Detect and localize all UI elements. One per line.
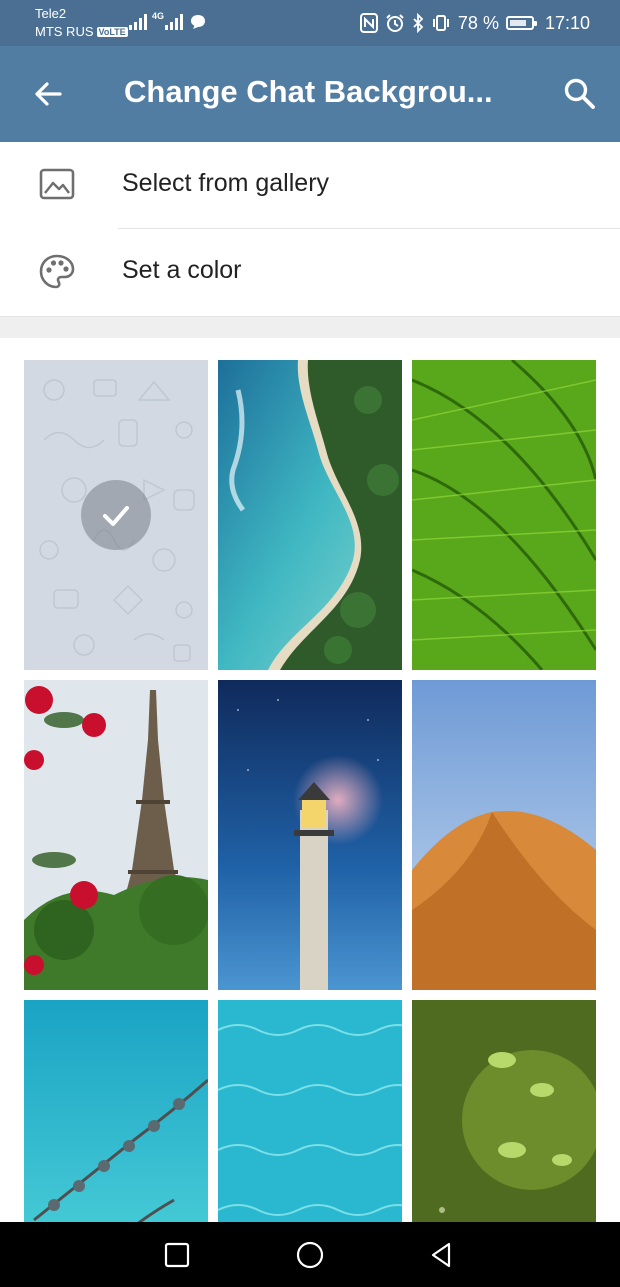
carrier-2: MTS RUS xyxy=(35,24,94,39)
page-title: Change Chat Backgrou... xyxy=(124,74,493,109)
checkmark-icon xyxy=(103,506,129,526)
signal-icon-2 xyxy=(165,14,183,30)
wallpaper-lagoon-villas[interactable] xyxy=(24,1000,208,1222)
clock: 17:10 xyxy=(544,12,590,33)
status-bar: Tele2 MTS RUS VoLTE 4G 78 % 17:10 xyxy=(0,0,620,46)
image-icon xyxy=(39,168,75,200)
menu-item-color[interactable]: Set a color xyxy=(0,229,620,315)
network-type: 4G xyxy=(152,11,165,21)
signal-icon xyxy=(129,14,147,30)
circle-icon xyxy=(296,1241,324,1269)
wallpaper-default-pattern[interactable] xyxy=(24,360,208,670)
vibrate-icon xyxy=(432,15,449,31)
battery-icon xyxy=(505,16,537,30)
system-back-button[interactable] xyxy=(424,1238,458,1272)
wallpaper-grid xyxy=(0,338,620,1222)
wallpaper-lighthouse[interactable] xyxy=(218,680,402,990)
search-icon xyxy=(564,78,595,109)
home-button[interactable] xyxy=(293,1238,327,1272)
wallpaper-green-fern[interactable] xyxy=(412,360,596,670)
wallpaper-eiffel-tower[interactable] xyxy=(24,680,208,990)
arrow-left-icon xyxy=(35,82,62,106)
volte-badge: VoLTE xyxy=(96,27,128,37)
system-nav-bar xyxy=(0,1222,620,1287)
wallpaper-turquoise-water[interactable] xyxy=(218,1000,402,1222)
palette-icon xyxy=(39,254,75,289)
triangle-back-icon xyxy=(431,1242,451,1268)
alarm-icon xyxy=(386,14,404,32)
wallpaper-aerial-coastline[interactable] xyxy=(218,360,402,670)
wallpaper-desert-dune[interactable] xyxy=(412,680,596,990)
battery-fill xyxy=(509,20,526,26)
carrier-2-row: MTS RUS VoLTE xyxy=(35,24,128,39)
menu-label-gallery: Select from gallery xyxy=(122,169,330,197)
status-right: 78 % 17:10 xyxy=(359,10,590,36)
nfc-icon xyxy=(359,13,378,33)
app-bar: Change Chat Backgrou... xyxy=(0,46,620,142)
selected-check-badge xyxy=(81,480,151,550)
square-icon xyxy=(164,1242,190,1268)
recents-button[interactable] xyxy=(160,1238,194,1272)
carrier-1: Tele2 xyxy=(35,6,67,21)
menu-item-gallery[interactable]: Select from gallery xyxy=(0,142,620,228)
message-icon xyxy=(191,15,205,29)
back-button[interactable] xyxy=(20,72,76,116)
bluetooth-icon xyxy=(413,13,424,33)
search-button[interactable] xyxy=(554,72,606,116)
wallpaper-green-leaves-bokeh[interactable] xyxy=(412,1000,596,1222)
section-separator xyxy=(0,316,620,338)
battery-percent: 78 % xyxy=(457,12,499,33)
menu-label-color: Set a color xyxy=(122,256,242,284)
screen: Tele2 MTS RUS VoLTE 4G 78 % 17:10 Change… xyxy=(0,0,620,1287)
